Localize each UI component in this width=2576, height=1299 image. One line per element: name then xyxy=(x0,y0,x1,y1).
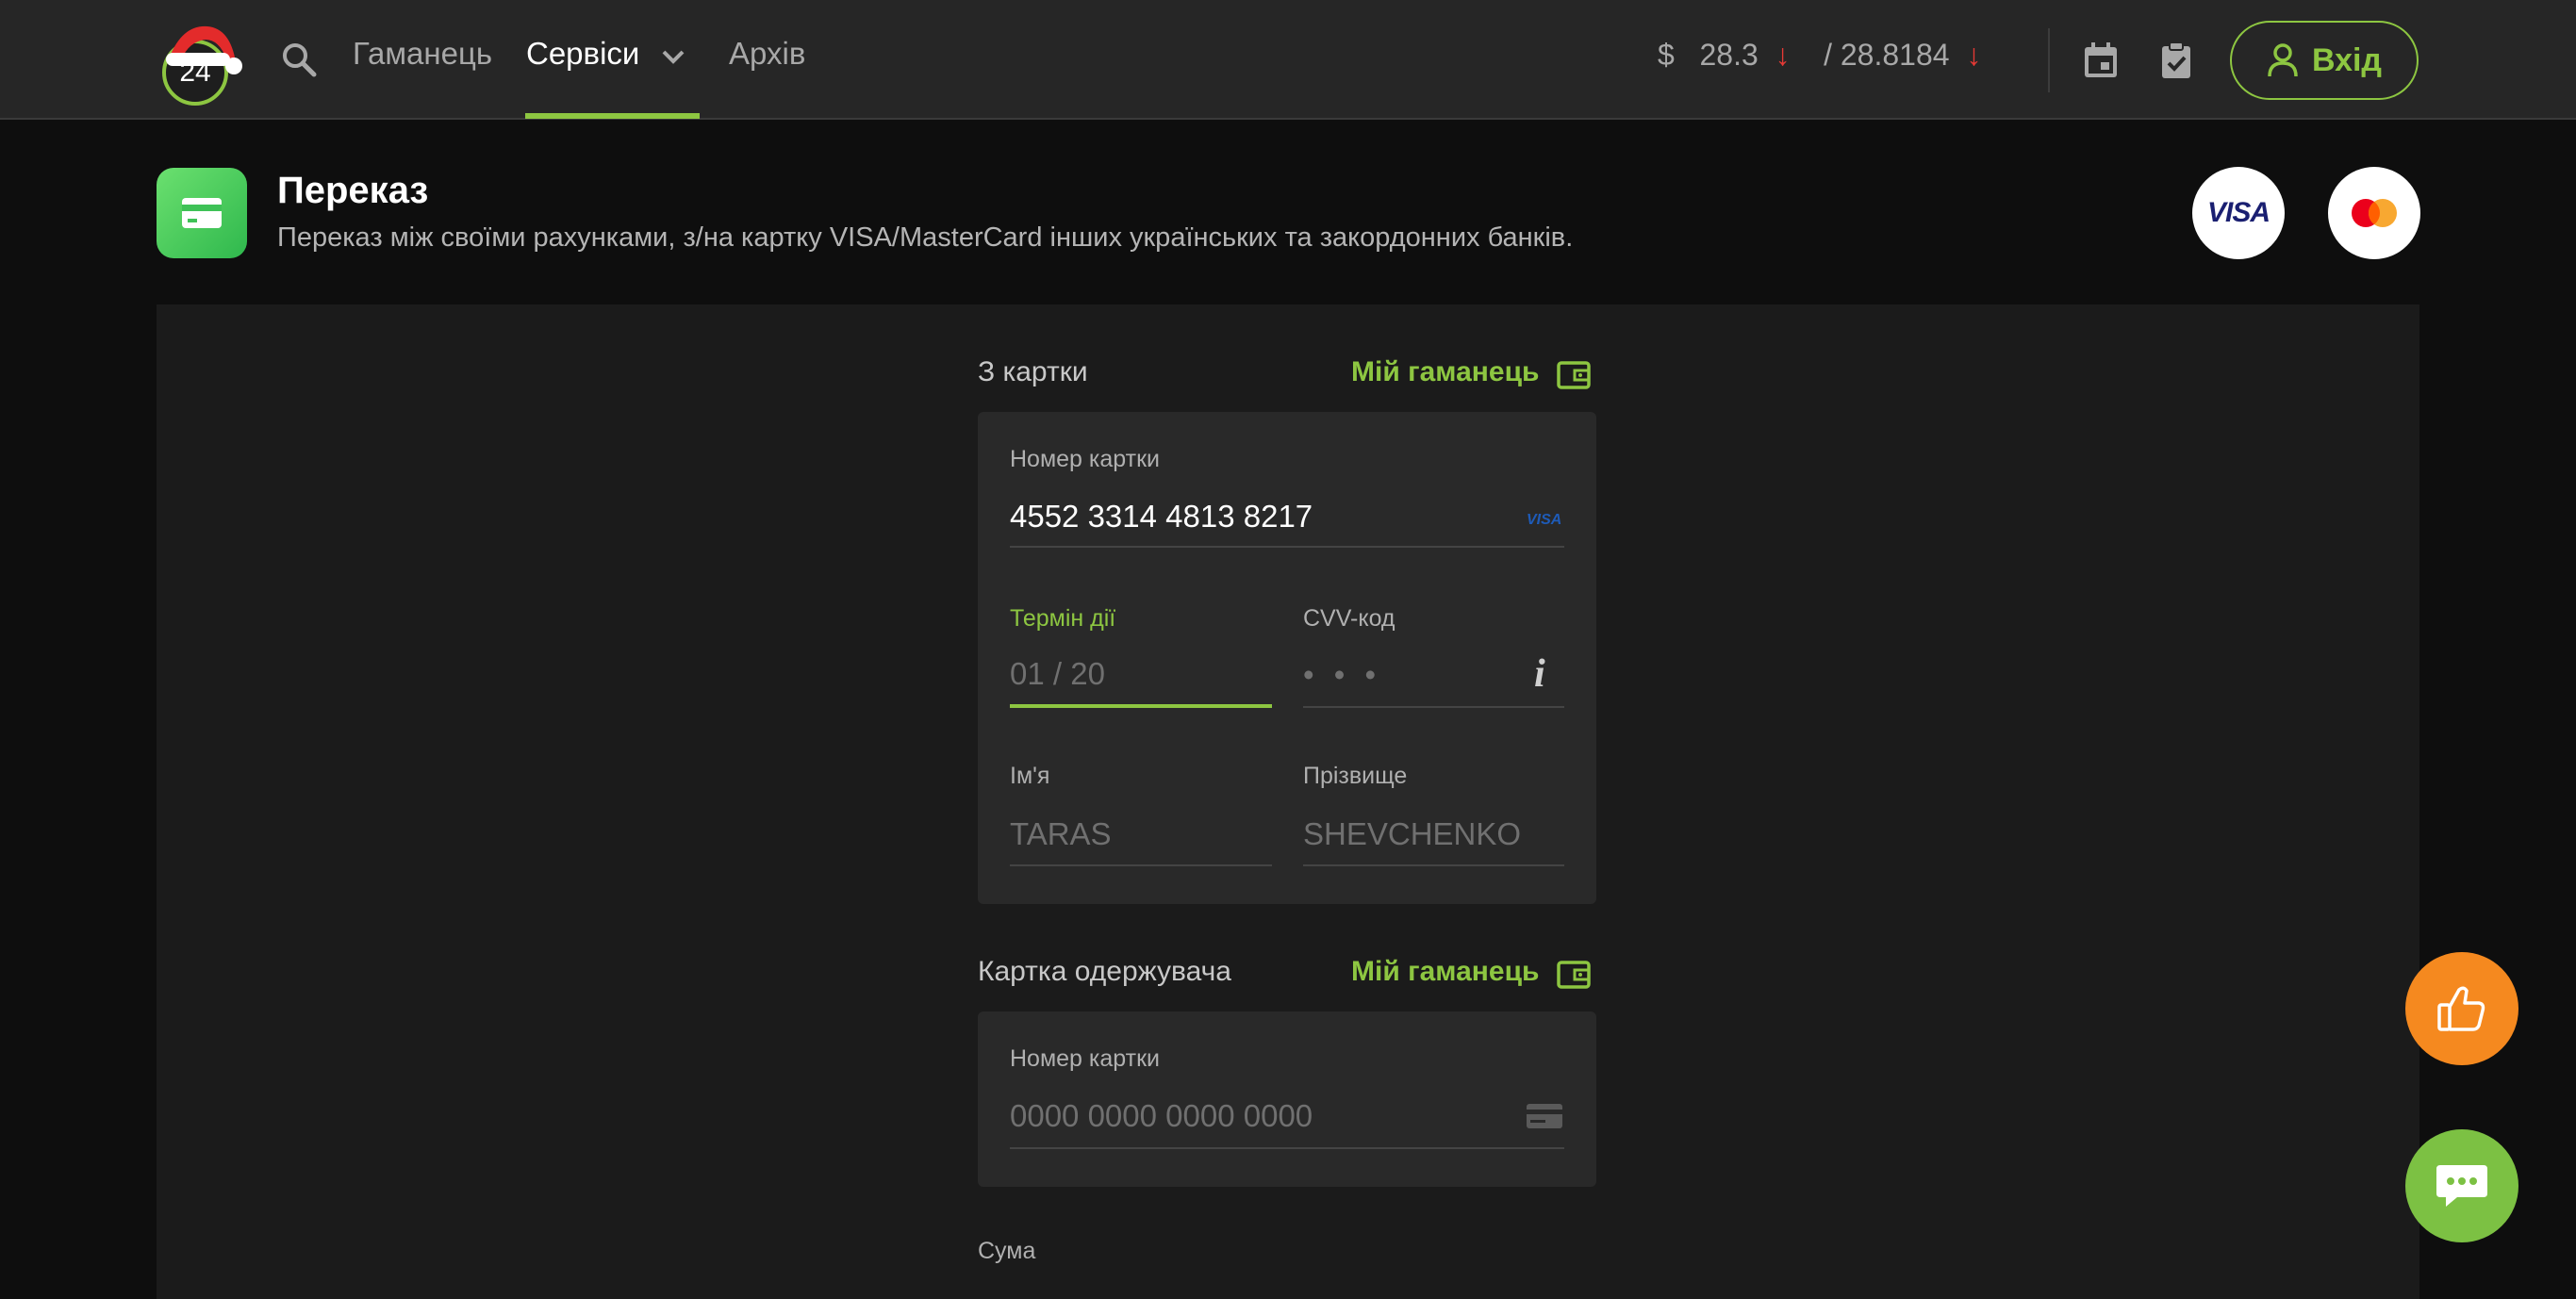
from-card-number-input[interactable]: 4552 3314 4813 8217 xyxy=(1010,499,1564,548)
rate-down-arrow: ↓ xyxy=(1775,38,1791,72)
privat24-logo[interactable]: 24 xyxy=(162,19,242,106)
thumbs-up-icon xyxy=(2437,986,2485,1031)
last-name-input[interactable] xyxy=(1303,815,1564,866)
visa-brand-icon: VISA xyxy=(1527,512,1562,528)
first-name-label: Ім'я xyxy=(1010,763,1050,789)
first-name-input[interactable] xyxy=(1010,815,1272,866)
cvv-input[interactable] xyxy=(1303,655,1564,708)
amount-label: Сума xyxy=(978,1238,1036,1264)
calendar-icon[interactable] xyxy=(2080,40,2122,81)
login-button[interactable]: Вхід xyxy=(2230,21,2419,100)
visa-logo: VISA xyxy=(2192,167,2285,259)
nav-services[interactable]: Сервіси xyxy=(526,36,639,72)
from-card-form: Номер картки 4552 3314 4813 8217 VISA Те… xyxy=(978,412,1596,904)
credit-card-icon xyxy=(1527,1104,1562,1128)
chat-button[interactable] xyxy=(2405,1129,2518,1242)
header-divider xyxy=(2048,28,2050,92)
santa-hat-icon xyxy=(166,25,242,74)
rate-sell: / 28.8184 xyxy=(1824,38,1950,72)
chat-icon xyxy=(2436,1165,2487,1207)
from-my-wallet-link[interactable]: Мій гаманець xyxy=(1351,356,1539,388)
nav-active-indicator xyxy=(525,113,700,119)
visa-logo-text: VISA xyxy=(2206,197,2271,228)
wallet-icon[interactable] xyxy=(1556,958,1592,990)
top-header: 24 Гаманець Сервіси Архів $ 28.3 ↓ / 28.… xyxy=(0,0,2576,120)
last-name-label: Прізвище xyxy=(1303,763,1408,789)
to-card-label: Картка одержувача xyxy=(978,956,1231,987)
to-card-number-label: Номер картки xyxy=(1010,1045,1160,1072)
to-card-form: Номер картки xyxy=(978,1011,1596,1187)
login-label: Вхід xyxy=(2311,41,2383,78)
clipboard-check-icon[interactable] xyxy=(2155,40,2197,81)
from-card-number-label: Номер картки xyxy=(1010,446,1160,472)
search-icon[interactable] xyxy=(279,40,319,79)
page-title: Переказ xyxy=(277,170,429,211)
wallet-icon[interactable] xyxy=(1556,358,1592,390)
expiry-label: Термін дії xyxy=(1010,605,1116,632)
page-subtitle: Переказ між своїми рахунками, з/на картк… xyxy=(277,222,1574,253)
to-card-number-input[interactable] xyxy=(1010,1096,1564,1149)
nav-archive[interactable]: Архів xyxy=(729,36,805,72)
from-card-label: З картки xyxy=(978,356,1088,387)
user-icon xyxy=(2268,43,2298,77)
info-icon[interactable]: i xyxy=(1534,651,1545,697)
rate-buy: 28.3 xyxy=(1699,38,1759,72)
nav-wallet[interactable]: Гаманець xyxy=(353,36,492,72)
to-my-wallet-link[interactable]: Мій гаманець xyxy=(1351,956,1539,988)
rate-down-arrow: ↓ xyxy=(1966,38,1982,72)
currency-symbol: $ xyxy=(1658,38,1675,72)
transfer-service-icon xyxy=(157,168,247,258)
exchange-rates: $ 28.3 ↓ / 28.8184 ↓ xyxy=(1658,38,1981,73)
credit-card-icon xyxy=(182,198,222,228)
expiry-input[interactable] xyxy=(1010,655,1272,708)
cvv-label: CVV-код xyxy=(1303,605,1395,632)
chevron-down-icon[interactable] xyxy=(660,47,686,66)
mastercard-icon xyxy=(2352,199,2397,227)
mastercard-logo xyxy=(2328,167,2420,259)
feedback-like-button[interactable] xyxy=(2405,952,2518,1065)
